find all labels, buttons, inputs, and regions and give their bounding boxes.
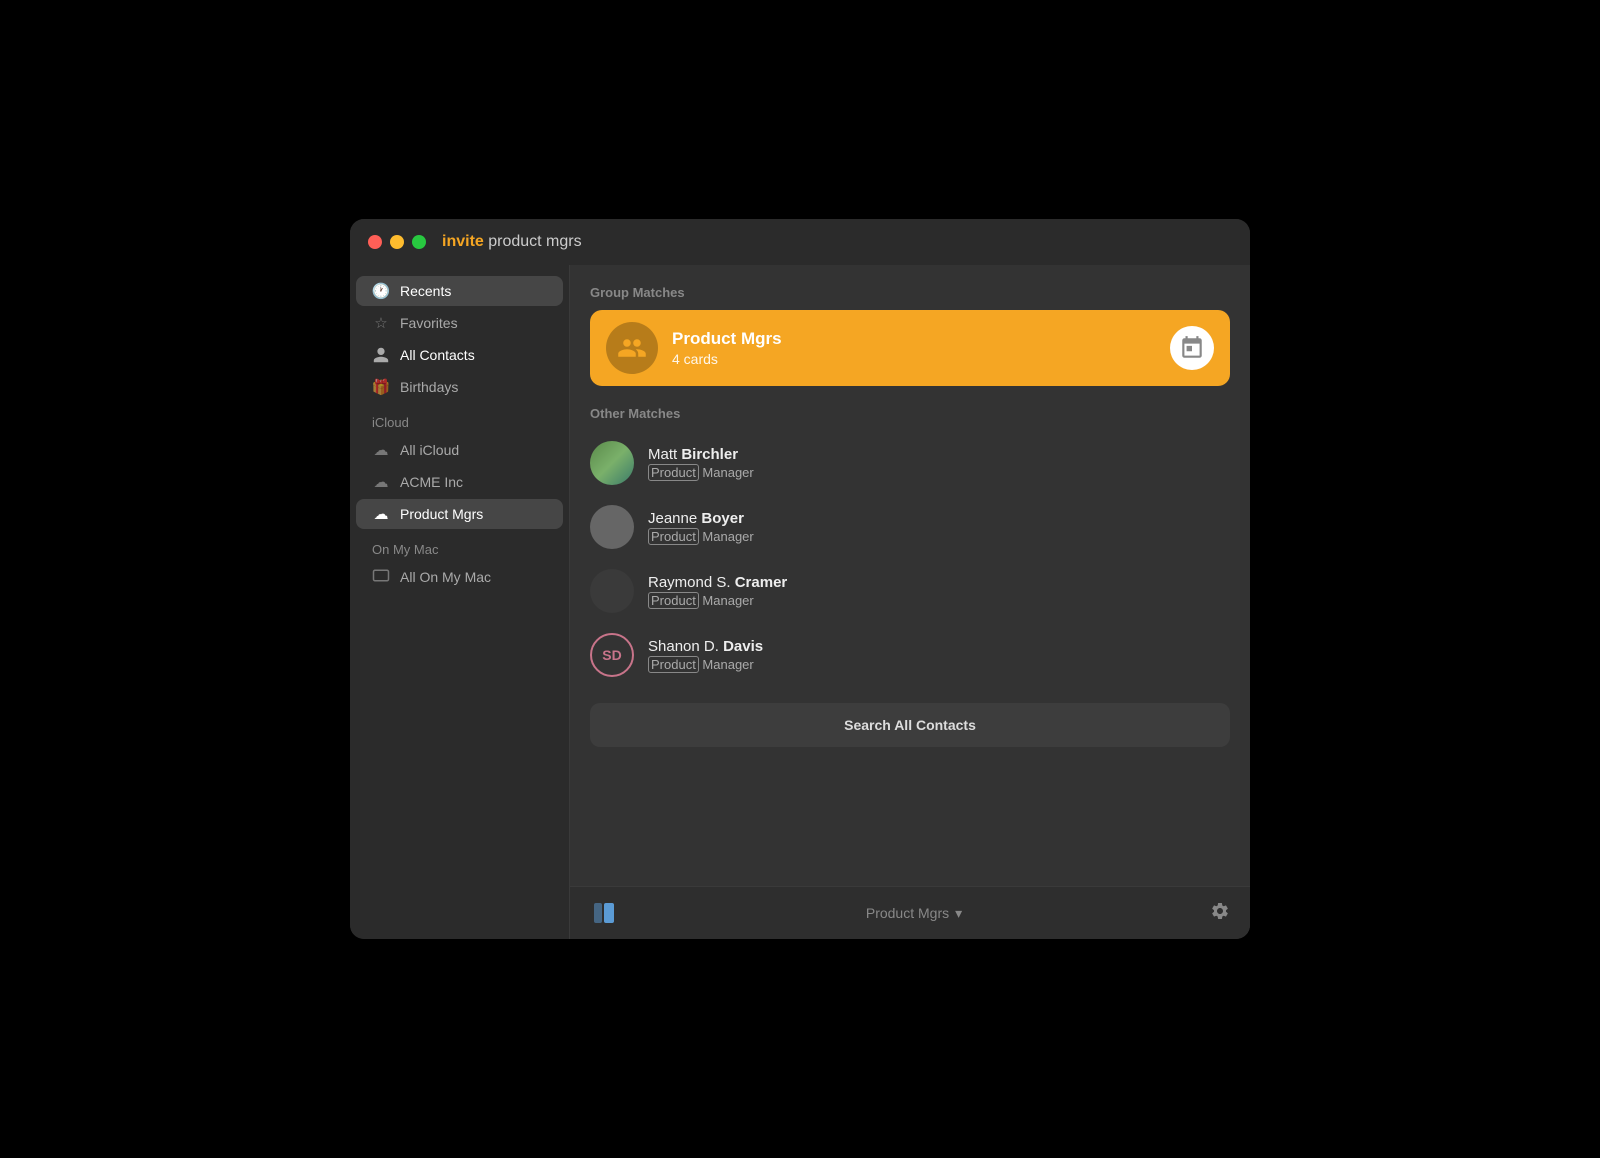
other-matches-header: Other Matches: [590, 406, 1230, 421]
contact-avatar-raymond: [590, 569, 634, 613]
group-info: Product Mgrs 4 cards: [672, 329, 1170, 367]
settings-gear-icon[interactable]: [1210, 901, 1230, 926]
sidebar-item-label: All On My Mac: [400, 569, 491, 585]
window-title: invite product mgrs: [442, 233, 582, 251]
bottom-bar-left: [590, 899, 618, 927]
contact-info-shanon: Shanon D. Davis Product Manager: [648, 638, 763, 672]
search-all-contacts-button[interactable]: Search All Contacts: [590, 703, 1230, 747]
contact-avatar-matt: [590, 441, 634, 485]
sidebar-item-acme-inc[interactable]: ☁ ACME Inc: [356, 467, 563, 497]
all-contacts-icon: [372, 346, 390, 364]
contact-item-jeanne-boyer[interactable]: Jeanne Boyer Product Manager: [590, 495, 1230, 559]
sidebar-item-all-contacts[interactable]: All Contacts: [356, 340, 563, 370]
close-button[interactable]: [368, 235, 382, 249]
contact-info-jeanne: Jeanne Boyer Product Manager: [648, 510, 754, 544]
sidebar-item-label: Recents: [400, 283, 451, 299]
sidebar-item-label: ACME Inc: [400, 474, 463, 490]
titlebar: invite product mgrs: [350, 219, 1250, 265]
sidebar-item-label: All iCloud: [400, 442, 459, 458]
birthdays-icon: 🎁: [372, 378, 390, 396]
contact-avatar-jeanne: [590, 505, 634, 549]
title-invite: invite: [442, 233, 484, 250]
group-count: 4 cards: [672, 351, 1170, 367]
group-matches-header: Group Matches: [590, 285, 1230, 300]
groups-sidebar-toggle-icon[interactable]: [590, 899, 618, 927]
sidebar-item-product-mgrs[interactable]: ☁ Product Mgrs: [356, 499, 563, 529]
contact-info-raymond: Raymond S. Cramer Product Manager: [648, 574, 787, 608]
title-rest: product mgrs: [484, 233, 582, 250]
bottom-center[interactable]: Product Mgrs ▾: [866, 905, 962, 922]
contact-item-shanon-davis[interactable]: SD Shanon D. Davis Product Manager: [590, 623, 1230, 687]
icloud-section-label: iCloud: [350, 403, 569, 434]
search-results: Group Matches Product Mgrs 4 cards: [570, 265, 1250, 886]
contact-title-shanon: Product Manager: [648, 657, 763, 672]
group-name: Product Mgrs: [672, 329, 1170, 349]
content-area: Group Matches Product Mgrs 4 cards: [570, 265, 1250, 939]
contact-title-matt: Product Manager: [648, 465, 754, 480]
maximize-button[interactable]: [412, 235, 426, 249]
minimize-button[interactable]: [390, 235, 404, 249]
contact-item-matt-birchler[interactable]: Matt Birchler Product Manager: [590, 431, 1230, 495]
traffic-lights: [368, 235, 426, 249]
group-avatar: [606, 322, 658, 374]
mac-icon: [372, 568, 390, 586]
contact-item-raymond-cramer[interactable]: Raymond S. Cramer Product Manager: [590, 559, 1230, 623]
sidebar-item-label: Birthdays: [400, 379, 458, 395]
on-my-mac-section-label: On My Mac: [350, 530, 569, 561]
chevron-down-icon: ▾: [955, 905, 962, 922]
contact-title-jeanne: Product Manager: [648, 529, 754, 544]
cloud-icon: ☁: [372, 441, 390, 459]
bottom-bar: Product Mgrs ▾: [570, 886, 1250, 939]
contact-name-jeanne: Jeanne Boyer: [648, 510, 754, 527]
sidebar-item-all-on-my-mac[interactable]: All On My Mac: [356, 562, 563, 592]
contact-name-matt: Matt Birchler: [648, 446, 754, 463]
sidebar-item-label: Product Mgrs: [400, 506, 483, 522]
bottom-label: Product Mgrs: [866, 905, 949, 921]
sidebar-item-all-icloud[interactable]: ☁ All iCloud: [356, 435, 563, 465]
main-content: 🕐 Recents ☆ Favorites All Contacts 🎁 Bir…: [350, 265, 1250, 939]
contact-title-raymond: Product Manager: [648, 593, 787, 608]
sidebar-item-recents[interactable]: 🕐 Recents: [356, 276, 563, 306]
group-calendar-icon: [1170, 326, 1214, 370]
favorites-icon: ☆: [372, 314, 390, 332]
recents-icon: 🕐: [372, 282, 390, 300]
group-match-card[interactable]: Product Mgrs 4 cards: [590, 310, 1230, 386]
sidebar: 🕐 Recents ☆ Favorites All Contacts 🎁 Bir…: [350, 265, 570, 939]
contact-name-shanon: Shanon D. Davis: [648, 638, 763, 655]
contact-avatar-shanon: SD: [590, 633, 634, 677]
sidebar-item-label: All Contacts: [400, 347, 475, 363]
cloud-icon: ☁: [372, 473, 390, 491]
sidebar-item-birthdays[interactable]: 🎁 Birthdays: [356, 372, 563, 402]
sidebar-item-label: Favorites: [400, 315, 458, 331]
cloud-icon: ☁: [372, 505, 390, 523]
contact-name-raymond: Raymond S. Cramer: [648, 574, 787, 591]
app-window: invite product mgrs 🕐 Recents ☆ Favorite…: [350, 219, 1250, 939]
sidebar-item-favorites[interactable]: ☆ Favorites: [356, 308, 563, 338]
contact-info-matt: Matt Birchler Product Manager: [648, 446, 754, 480]
